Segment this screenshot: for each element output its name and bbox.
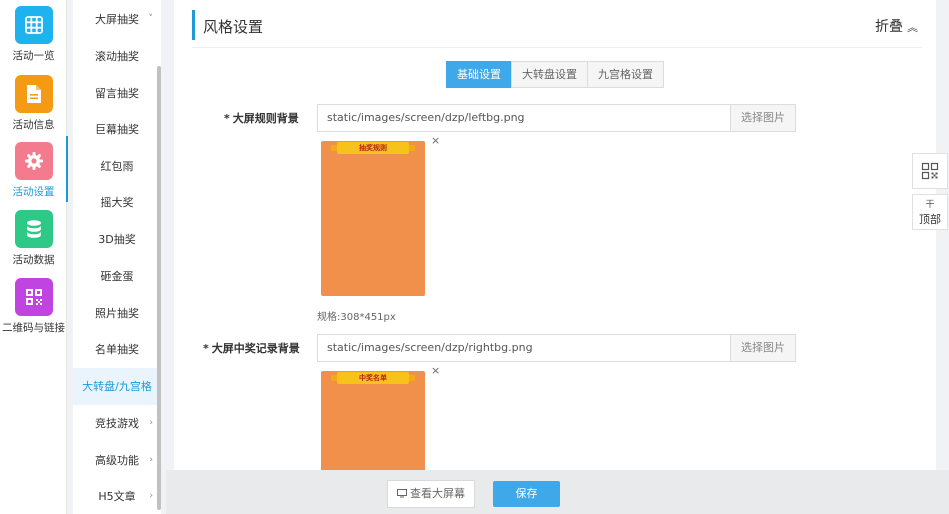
database-icon — [14, 210, 53, 248]
nav-label: 活动设置 — [12, 186, 55, 198]
nav-activity-info[interactable]: 活动信息 — [0, 69, 67, 135]
arrow-up-icon: 干 — [925, 200, 935, 210]
submenu-scroll-lottery[interactable]: 滚动抽奖 — [73, 38, 161, 75]
chevron-right-icon: › — [149, 418, 153, 428]
fold-toggle[interactable]: 折叠 ︽ — [875, 16, 918, 36]
submenu-label: 3D抽奖 — [98, 233, 136, 246]
nav-qrcode-link[interactable]: 二维码与链接 — [0, 272, 67, 338]
nav-label: 活动信息 — [12, 119, 55, 131]
submenu-label: 砸金蛋 — [100, 270, 134, 283]
secondary-menu: 大屏抽奖 ˅ 滚动抽奖 留言抽奖 巨幕抽奖 红包雨 摇大奖 3D抽奖 砸金蛋 照片… — [73, 0, 161, 514]
nav-label: 活动一览 — [12, 50, 55, 62]
submenu-label: 高级功能 — [95, 454, 139, 467]
close-icon[interactable]: × — [431, 364, 440, 377]
settings-tabs: 基础设置 大转盘设置 九宫格设置 — [446, 61, 664, 88]
submenu-label: 照片抽奖 — [95, 307, 139, 320]
submenu-label: H5文章 — [98, 490, 136, 503]
rule-bg-path-input[interactable]: static/images/screen/dzp/leftbg.png — [317, 104, 731, 132]
submenu-label: 大转盘/九宫格 — [82, 380, 152, 393]
winner-banner: 中奖名单 — [331, 372, 415, 384]
submenu-big-screen-lottery[interactable]: 大屏抽奖 ˅ — [73, 1, 161, 38]
grid-icon — [14, 6, 53, 44]
chevron-right-icon: › — [149, 491, 153, 501]
qrcode-icon — [921, 162, 939, 180]
back-to-top-button[interactable]: 干 顶部 — [912, 194, 948, 230]
qrcode-icon — [14, 278, 53, 316]
submenu-shake-prize[interactable]: 摇大奖 — [73, 184, 161, 221]
chevron-down-icon: ˅ — [148, 14, 154, 24]
view-big-screen-button[interactable]: 查看大屏幕 — [387, 480, 475, 508]
chevron-up-double-icon: ︽ — [907, 21, 918, 34]
submenu-label: 摇大奖 — [100, 196, 134, 209]
close-icon[interactable]: × — [431, 134, 440, 147]
submenu-3d-lottery[interactable]: 3D抽奖 — [73, 221, 161, 258]
submenu-red-packet-rain[interactable]: 红包雨 — [73, 148, 161, 185]
nav-activity-settings[interactable]: 活动设置 — [0, 136, 68, 202]
submenu-label: 竞技游戏 — [95, 417, 139, 430]
page-title: 风格设置 — [203, 18, 264, 36]
rule-bg-pick-button[interactable]: 选择图片 — [730, 104, 796, 132]
submenu-giant-screen-lottery[interactable]: 巨幕抽奖 — [73, 111, 161, 148]
field-label-text: 大屏中奖记录背景 — [211, 342, 300, 355]
bottom-toolbar: 查看大屏幕 保存 — [166, 470, 949, 514]
required-mark: * — [203, 342, 209, 355]
monitor-icon — [397, 489, 407, 498]
nav-label: 活动数据 — [12, 254, 55, 266]
tab-grid-settings[interactable]: 九宫格设置 — [587, 61, 664, 88]
nav-label: 二维码与链接 — [2, 322, 65, 334]
rule-bg-label: * 大屏规则背景 — [224, 110, 299, 126]
main-nav-rail: 活动一览 活动信息 活动设置 活动数据 二维码与链接 — [0, 0, 68, 514]
tab-wheel-settings[interactable]: 大转盘设置 — [511, 61, 588, 88]
field-label-text: 大屏规则背景 — [232, 112, 299, 125]
required-mark: * — [224, 112, 230, 125]
submenu-scrollbar[interactable] — [157, 66, 161, 510]
title-accent-bar — [192, 10, 195, 40]
submenu-label: 大屏抽奖 — [95, 13, 139, 26]
winner-bg-path-input[interactable]: static/images/screen/dzp/rightbg.png — [317, 334, 731, 362]
submenu-label: 红包雨 — [100, 160, 134, 173]
submenu-message-lottery[interactable]: 留言抽奖 — [73, 75, 161, 112]
gear-icon — [14, 142, 53, 180]
submenu-list-lottery[interactable]: 名单抽奖 — [73, 331, 161, 368]
submenu-label: 留言抽奖 — [95, 87, 139, 100]
document-icon — [14, 75, 53, 113]
save-button[interactable]: 保存 — [493, 481, 560, 507]
submenu-advanced-features[interactable]: 高级功能 › — [73, 442, 161, 479]
nav-activity-list[interactable]: 活动一览 — [0, 0, 67, 66]
winner-bg-label: * 大屏中奖记录背景 — [203, 340, 300, 356]
chevron-right-icon: › — [149, 455, 153, 465]
submenu-label: 巨幕抽奖 — [95, 123, 139, 136]
tab-basic-settings[interactable]: 基础设置 — [446, 61, 512, 88]
winner-bg-preview-image: 中奖名单 — [321, 371, 425, 470]
qrcode-float-button[interactable] — [912, 153, 948, 189]
submenu-photo-lottery[interactable]: 照片抽奖 — [73, 295, 161, 332]
rule-bg-preview-image: 抽奖规则 — [321, 141, 425, 296]
submenu-h5-article[interactable]: H5文章 › — [73, 478, 161, 514]
rule-banner: 抽奖规则 — [331, 142, 415, 154]
submenu-golden-egg[interactable]: 砸金蛋 — [73, 258, 161, 295]
style-settings-panel: 风格设置 折叠 ︽ 基础设置 大转盘设置 九宫格设置 * 大屏规则背景 static… — [174, 0, 936, 470]
back-to-top-label: 顶部 — [919, 213, 941, 226]
winner-bg-pick-button[interactable]: 选择图片 — [730, 334, 796, 362]
image-spec-text: 规格:308*451px — [317, 312, 396, 323]
nav-activity-data[interactable]: 活动数据 — [0, 204, 67, 270]
submenu-wheel-grid[interactable]: 大转盘/九宫格 — [73, 368, 161, 405]
fold-label: 折叠 — [875, 19, 903, 35]
app-root: 活动一览 活动信息 活动设置 活动数据 二维码与链接 大屏抽奖 ˅ 滚动抽奖 留… — [0, 0, 949, 514]
view-button-label: 查看大屏幕 — [410, 487, 465, 500]
panel-header: 风格设置 折叠 ︽ — [192, 10, 922, 48]
submenu-label: 滚动抽奖 — [95, 50, 139, 63]
submenu-label: 名单抽奖 — [95, 343, 139, 356]
submenu-competitive-games[interactable]: 竞技游戏 › — [73, 405, 161, 442]
